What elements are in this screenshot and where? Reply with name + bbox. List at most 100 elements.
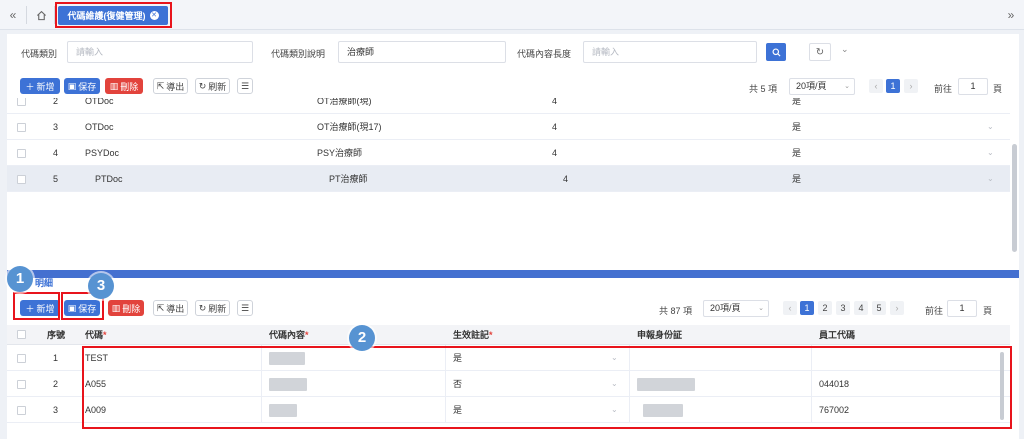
required-mark: *	[305, 330, 309, 340]
row-flag: 是	[792, 122, 802, 132]
page-5-button[interactable]: 5	[872, 301, 886, 315]
row-length: 4	[552, 148, 558, 158]
detail-total: 共 87 項	[659, 306, 693, 316]
required-mark: *	[489, 330, 493, 340]
export-icon: ⇱	[156, 302, 165, 313]
page-size-value: 20項/頁	[710, 303, 741, 313]
plus-icon: ＋	[25, 81, 35, 92]
row-desc: OT治療師(現)	[317, 98, 372, 106]
save-button[interactable]: ▣ 保存	[64, 78, 100, 94]
master-table: 2 OTDoc OT治療師(現) 4 是 3 OTDoc OT治療師(現17) …	[7, 98, 1010, 268]
page-unit: 頁	[993, 84, 1003, 94]
prev-page-button[interactable]: ‹	[869, 79, 883, 93]
row-checkbox[interactable]	[17, 175, 26, 184]
highlight-box-rows	[82, 346, 1012, 429]
content-length-input[interactable]: 請輸入	[583, 41, 757, 63]
col-code[interactable]: 代碼*	[85, 325, 107, 345]
row-desc: OT治療師(現17)	[317, 122, 382, 132]
add-label: 新增	[36, 81, 55, 92]
row-code: PSYDoc	[85, 148, 120, 158]
step-badge-3: 3	[88, 273, 114, 299]
next-page-button[interactable]: ›	[890, 301, 904, 315]
delete-button[interactable]: ▥ 刪除	[105, 78, 143, 94]
next-page-button[interactable]: ›	[904, 79, 918, 93]
filter-row: 代碼類別 請輸入 代碼類別說明 治療師 代碼內容長度 請輸入 ↻ ⌄	[7, 34, 1019, 70]
chevron-down-icon[interactable]: ⌄	[987, 140, 994, 166]
reset-icon: ↻	[815, 46, 825, 58]
detail-header-band	[7, 270, 1019, 278]
list-icon: ☰	[240, 80, 250, 91]
goto-page-input[interactable]: 1	[947, 300, 977, 317]
collapse-left-glyph: «	[9, 8, 17, 22]
search-button[interactable]	[766, 43, 786, 61]
detail-toolbar: ＋新增 ▣ 保存 ▥ 刪除 ⇱ 導出 ↻ 刷新 ☰ 共 87 項 20項/頁 ⌄ ‹ 1 …	[7, 296, 1019, 320]
chevron-down-icon: ⌄	[844, 83, 850, 90]
detail-table-header: 序號 代碼* 代碼內容* 生效註記* 申報身份証 員工代碼	[7, 325, 1010, 345]
row-checkbox[interactable]	[17, 149, 26, 158]
category-input[interactable]: 請輸入	[67, 41, 253, 63]
reset-button[interactable]: ↻	[809, 43, 831, 61]
row-checkbox[interactable]	[17, 354, 26, 363]
page-1-button[interactable]: 1	[800, 301, 814, 315]
refresh-button[interactable]: ↻ 刷新	[195, 78, 230, 94]
page-3-button[interactable]: 3	[836, 301, 850, 315]
step-badge-1: 1	[7, 266, 33, 292]
row-code: PTDoc	[95, 174, 123, 184]
goto-label: 前往	[934, 84, 953, 94]
row-flag: 是	[792, 174, 802, 184]
master-total: 共 5 項	[749, 84, 778, 94]
detail-delete-button[interactable]: ▥ 刪除	[108, 300, 144, 316]
detail-export-button[interactable]: ⇱ 導出	[153, 300, 188, 316]
col-content[interactable]: 代碼內容*	[269, 325, 309, 345]
table-row[interactable]: 4 PSYDoc PSY治療師 4 是 ⌄	[7, 140, 1010, 166]
page-unit: 頁	[983, 306, 993, 316]
chevron-down-icon[interactable]: ⌄	[987, 114, 994, 140]
row-seq: 3	[53, 405, 59, 415]
refresh-label: 刷新	[208, 81, 227, 92]
chevron-down-icon[interactable]: ⌄	[987, 166, 994, 192]
collapse-right-glyph: »	[1007, 8, 1015, 22]
col-seq: 序號	[47, 330, 66, 340]
row-length: 4	[563, 174, 569, 184]
refresh-icon: ↻	[198, 302, 207, 313]
col-content-label: 代碼內容	[269, 330, 306, 340]
page-4-button[interactable]: 4	[854, 301, 868, 315]
export-button[interactable]: ⇱ 導出	[153, 78, 188, 94]
row-checkbox[interactable]	[17, 380, 26, 389]
save-icon: ▣	[67, 80, 77, 91]
home-icon[interactable]	[28, 0, 54, 30]
collapse-right-icon[interactable]: »	[998, 0, 1024, 30]
select-all-checkbox[interactable]	[17, 330, 26, 339]
add-button[interactable]: ＋新增	[20, 78, 60, 94]
page-2-button[interactable]: 2	[818, 301, 832, 315]
table-row[interactable]: 3 OTDoc OT治療師(現17) 4 是 ⌄	[7, 114, 1010, 140]
page-1-button[interactable]: 1	[886, 79, 900, 93]
collapse-left-icon[interactable]: «	[0, 0, 26, 30]
detail-column-settings-button[interactable]: ☰	[237, 300, 253, 316]
table-row[interactable]: 2 OTDoc OT治療師(現) 4 是	[7, 98, 1010, 114]
row-no: 5	[53, 174, 59, 184]
goto-page-input[interactable]: 1	[958, 78, 988, 95]
detail-page-size-select[interactable]: 20項/頁 ⌄	[703, 300, 769, 317]
highlight-box-tab	[55, 2, 172, 28]
filter-label-category-desc: 代碼類別說明	[271, 49, 326, 59]
row-seq: 1	[53, 353, 59, 363]
prev-page-button[interactable]: ‹	[783, 301, 797, 315]
col-id: 申報身份証	[637, 330, 683, 340]
master-scrollbar[interactable]	[1012, 144, 1017, 252]
row-checkbox[interactable]	[17, 406, 26, 415]
master-toolbar: ＋新增 ▣ 保存 ▥ 刪除 ⇱ 導出 ↻ 刷新 ☰ 共 5 項 20項/頁 ⌄ ‹ 1 ›…	[7, 74, 1019, 98]
chevron-down-icon[interactable]: ⌄	[841, 44, 849, 55]
master-page-size-select[interactable]: 20項/頁 ⌄	[789, 78, 855, 95]
row-checkbox[interactable]	[17, 98, 26, 106]
category-desc-input[interactable]: 治療師	[338, 41, 506, 63]
table-row-selected[interactable]: 5 PTDoc PT治療師 4 是 ⌄	[7, 166, 1010, 192]
delete-label: 刪除	[120, 81, 139, 92]
column-settings-button[interactable]: ☰	[237, 78, 253, 94]
row-checkbox[interactable]	[17, 123, 26, 132]
export-icon: ⇱	[156, 80, 165, 91]
col-effective[interactable]: 生效註記*	[453, 325, 493, 345]
chevron-down-icon: ⌄	[758, 305, 764, 312]
row-length: 4	[552, 98, 558, 106]
detail-refresh-button[interactable]: ↻ 刷新	[195, 300, 230, 316]
